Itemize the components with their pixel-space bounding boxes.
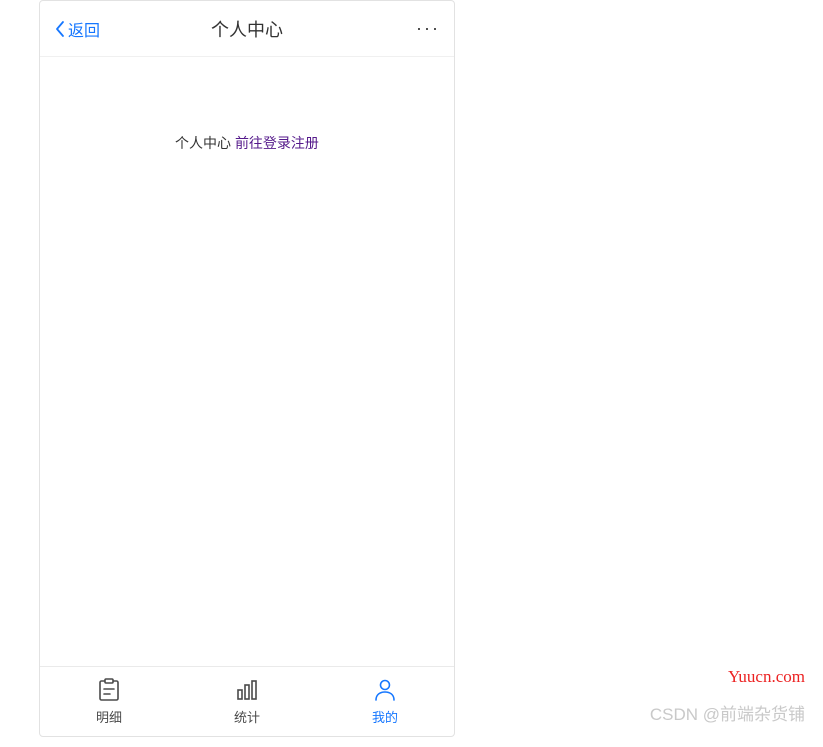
phone-frame: 返回 个人中心 ··· 个人中心 前往登录注册 明细	[39, 0, 455, 737]
content-area: 个人中心 前往登录注册	[40, 57, 454, 666]
tab-label: 统计	[234, 707, 260, 726]
back-button[interactable]: 返回	[54, 17, 100, 41]
tab-label: 我的	[372, 707, 398, 726]
watermark-site: Yuucn.com	[728, 667, 805, 687]
watermark-credit: CSDN @前端杂货铺	[650, 700, 805, 725]
chevron-left-icon	[54, 20, 66, 38]
tab-label: 明细	[96, 707, 122, 726]
back-label: 返回	[68, 17, 100, 41]
tab-detail[interactable]: 明细	[40, 667, 178, 736]
center-text: 个人中心 前往登录注册	[175, 133, 319, 666]
tab-stats[interactable]: 统计	[178, 667, 316, 736]
detail-icon	[96, 677, 122, 703]
login-register-link[interactable]: 前往登录注册	[235, 135, 319, 151]
page-title: 个人中心	[40, 16, 454, 42]
tab-bar: 明细 统计 我的	[40, 666, 454, 736]
more-button[interactable]: ···	[416, 18, 440, 39]
user-icon	[372, 677, 398, 703]
stats-icon	[234, 677, 260, 703]
nav-bar: 返回 个人中心 ···	[40, 1, 454, 57]
content-label: 个人中心	[175, 135, 235, 151]
tab-mine[interactable]: 我的	[316, 667, 454, 736]
